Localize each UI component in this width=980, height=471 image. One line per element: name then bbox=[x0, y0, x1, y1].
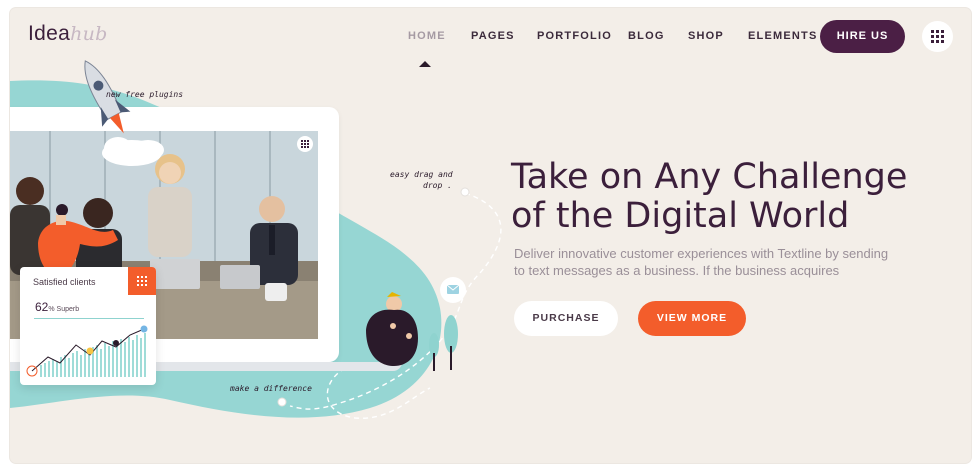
note-free-plugins: new free plugins bbox=[106, 90, 184, 99]
grid-icon bbox=[931, 30, 944, 43]
note-drag-drop-2: drop . bbox=[423, 181, 452, 190]
purchase-button[interactable]: PURCHASE bbox=[514, 301, 618, 336]
note-drag-drop-1: easy drag and bbox=[390, 170, 453, 179]
active-nav-indicator bbox=[419, 61, 431, 67]
nav-item-blog[interactable]: BLOG bbox=[628, 30, 665, 42]
nav-item-elements[interactable]: ELEMENTS bbox=[748, 30, 818, 42]
hero-subtext: Deliver innovative customer experiences … bbox=[514, 246, 889, 278]
nav-item-home[interactable]: HOME bbox=[408, 30, 446, 42]
card-sparkline bbox=[26, 325, 148, 377]
site-logo[interactable]: Ideahub bbox=[28, 22, 108, 46]
nav-item-shop[interactable]: SHOP bbox=[688, 30, 724, 42]
menu-grid-button[interactable] bbox=[922, 21, 953, 52]
nav-item-portfolio[interactable]: PORTFOLIO bbox=[537, 30, 612, 42]
satisfied-clients-card: Satisfied clients 62% Superb bbox=[20, 267, 156, 385]
hire-us-button[interactable]: HIRE US bbox=[820, 20, 905, 53]
nav-item-pages[interactable]: PAGES bbox=[471, 30, 515, 42]
hero-headline: Take on Any Challenge of the Digital Wor… bbox=[511, 157, 908, 236]
view-more-button[interactable]: VIEW MORE bbox=[638, 301, 746, 336]
page-frame: Satisfied clients 62% Superb new free pl… bbox=[10, 8, 971, 463]
note-make-difference: make a difference bbox=[230, 384, 312, 393]
